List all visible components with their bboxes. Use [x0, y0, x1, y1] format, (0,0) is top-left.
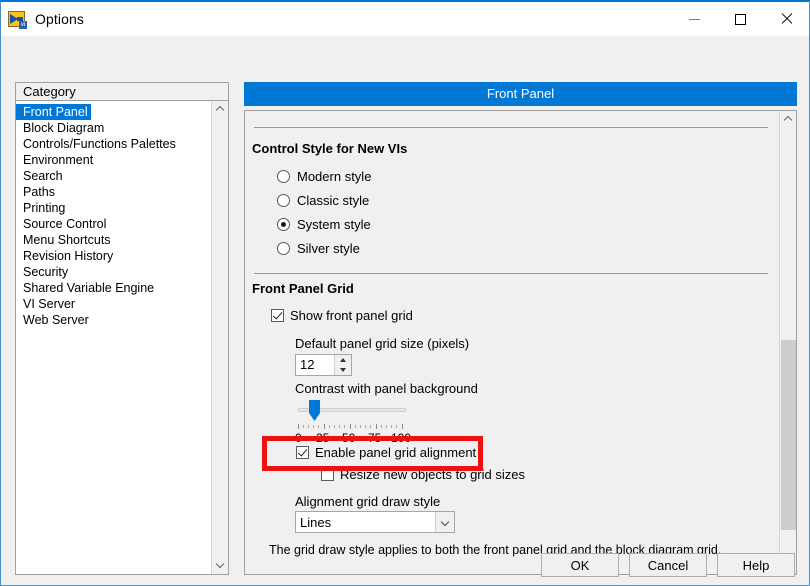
dialog-body: Category Front Panel Block Diagram Contr… [1, 36, 809, 585]
category-item-search[interactable]: Search [16, 168, 66, 184]
stepper-up-button[interactable] [335, 355, 351, 365]
settings-content: Control Style for New VIs Modern style C… [245, 111, 779, 574]
category-item-revision-history[interactable]: Revision History [16, 248, 116, 264]
category-list[interactable]: Front Panel Block Diagram Controls/Funct… [16, 101, 211, 574]
settings-scroll-thumb[interactable] [780, 340, 796, 530]
chevron-up-icon [217, 106, 224, 113]
control-style-section-title: Control Style for New VIs [252, 141, 408, 156]
dropdown-toggle-button[interactable] [435, 512, 454, 532]
labview-options-icon: vi [8, 10, 27, 29]
slider-ticks [298, 424, 408, 430]
chevron-down-icon [442, 519, 449, 526]
settings-pane: Control Style for New VIs Modern style C… [244, 110, 797, 575]
scroll-down-button[interactable] [212, 557, 229, 574]
category-item-controls-functions-palettes[interactable]: Controls/Functions Palettes [16, 136, 179, 152]
alignment-grid-draw-style-select[interactable]: Lines [295, 511, 455, 533]
category-scrollbar[interactable] [211, 101, 228, 574]
category-panel: Category Front Panel Block Diagram Contr… [15, 82, 229, 575]
checkbox-resize-new-objects[interactable]: Resize new objects to grid sizes [321, 467, 525, 482]
radio-icon [277, 194, 290, 207]
settings-scrollbar[interactable] [779, 111, 796, 574]
category-scroll-track[interactable] [212, 118, 229, 557]
checkbox-label: Enable panel grid alignment [315, 445, 477, 460]
radio-label: Silver style [297, 241, 360, 256]
radio-icon-selected [277, 218, 290, 231]
slider-thumb[interactable] [309, 400, 320, 421]
checkbox-enable-panel-grid-alignment[interactable]: Enable panel grid alignment [296, 445, 476, 460]
contrast-slider[interactable]: 0 25 50 75 100 [295, 399, 418, 449]
window-title: Options [35, 11, 84, 27]
stepper-down-button[interactable] [335, 365, 351, 375]
grid-size-label: Default panel grid size (pixels) [295, 336, 470, 351]
grid-size-value[interactable]: 12 [296, 355, 334, 375]
category-item-web-server[interactable]: Web Server [16, 312, 92, 328]
draw-style-label: Alignment grid draw style [295, 494, 441, 509]
chevron-up-icon [785, 116, 792, 123]
slider-label-75: 75 [368, 431, 382, 445]
checkbox-show-front-panel-grid[interactable]: Show front panel grid [271, 308, 413, 323]
maximize-button[interactable] [717, 2, 763, 36]
triangle-up-icon [340, 358, 346, 362]
contrast-label: Contrast with panel background [295, 381, 478, 396]
title-bar: vi Options [1, 2, 809, 36]
scroll-up-button[interactable] [212, 101, 229, 118]
window-controls [671, 2, 809, 36]
help-button[interactable]: Help [717, 553, 795, 577]
pane-header: Front Panel [244, 82, 797, 106]
checkbox-icon-checked [296, 446, 309, 459]
slider-tick-labels: 0 25 50 75 100 [294, 431, 414, 445]
radio-label: Modern style [297, 169, 372, 184]
draw-style-value: Lines [300, 514, 332, 530]
checkbox-label: Show front panel grid [290, 308, 413, 323]
category-item-shared-variable-engine[interactable]: Shared Variable Engine [16, 280, 157, 296]
radio-label: System style [297, 217, 371, 232]
slider-label-0: 0 [295, 431, 302, 445]
settings-scroll-track[interactable] [780, 128, 797, 557]
slider-label-100: 100 [391, 431, 412, 445]
scroll-up-button[interactable] [780, 111, 797, 128]
category-item-environment[interactable]: Environment [16, 152, 96, 168]
close-button[interactable] [763, 2, 809, 36]
radio-silver-style[interactable]: Silver style [277, 241, 360, 256]
dialog-buttons: OK Cancel Help [541, 553, 795, 577]
radio-icon [277, 242, 290, 255]
checkbox-icon-checked [271, 309, 284, 322]
category-item-printing[interactable]: Printing [16, 200, 68, 216]
radio-icon [277, 170, 290, 183]
category-item-front-panel[interactable]: Front Panel [16, 104, 91, 120]
options-window: vi Options Category Front Panel Block Di… [0, 0, 810, 586]
slider-label-25: 25 [316, 431, 330, 445]
category-item-block-diagram[interactable]: Block Diagram [16, 120, 107, 136]
chevron-down-icon [217, 562, 224, 569]
close-icon [780, 13, 792, 25]
icon-badge: vi [19, 21, 27, 29]
stepper-buttons[interactable] [334, 355, 351, 375]
radio-system-style[interactable]: System style [277, 217, 371, 232]
cancel-button[interactable]: Cancel [629, 553, 707, 577]
maximize-icon [734, 13, 746, 25]
radio-classic-style[interactable]: Classic style [277, 193, 369, 208]
category-item-security[interactable]: Security [16, 264, 71, 280]
grid-size-stepper[interactable]: 12 [295, 354, 352, 376]
separator-top [254, 127, 768, 128]
checkbox-label: Resize new objects to grid sizes [340, 467, 525, 482]
slider-label-50: 50 [342, 431, 356, 445]
category-item-vi-server[interactable]: VI Server [16, 296, 78, 312]
category-item-paths[interactable]: Paths [16, 184, 58, 200]
category-item-menu-shortcuts[interactable]: Menu Shortcuts [16, 232, 114, 248]
separator-grid [254, 273, 768, 274]
triangle-down-icon [340, 368, 346, 372]
category-header: Category [16, 83, 228, 101]
radio-label: Classic style [297, 193, 370, 208]
category-item-source-control[interactable]: Source Control [16, 216, 109, 232]
front-panel-grid-section-title: Front Panel Grid [252, 281, 354, 296]
minimize-icon [688, 18, 700, 20]
minimize-button[interactable] [671, 2, 717, 36]
ok-button[interactable]: OK [541, 553, 619, 577]
checkbox-icon [321, 468, 334, 481]
radio-modern-style[interactable]: Modern style [277, 169, 371, 184]
